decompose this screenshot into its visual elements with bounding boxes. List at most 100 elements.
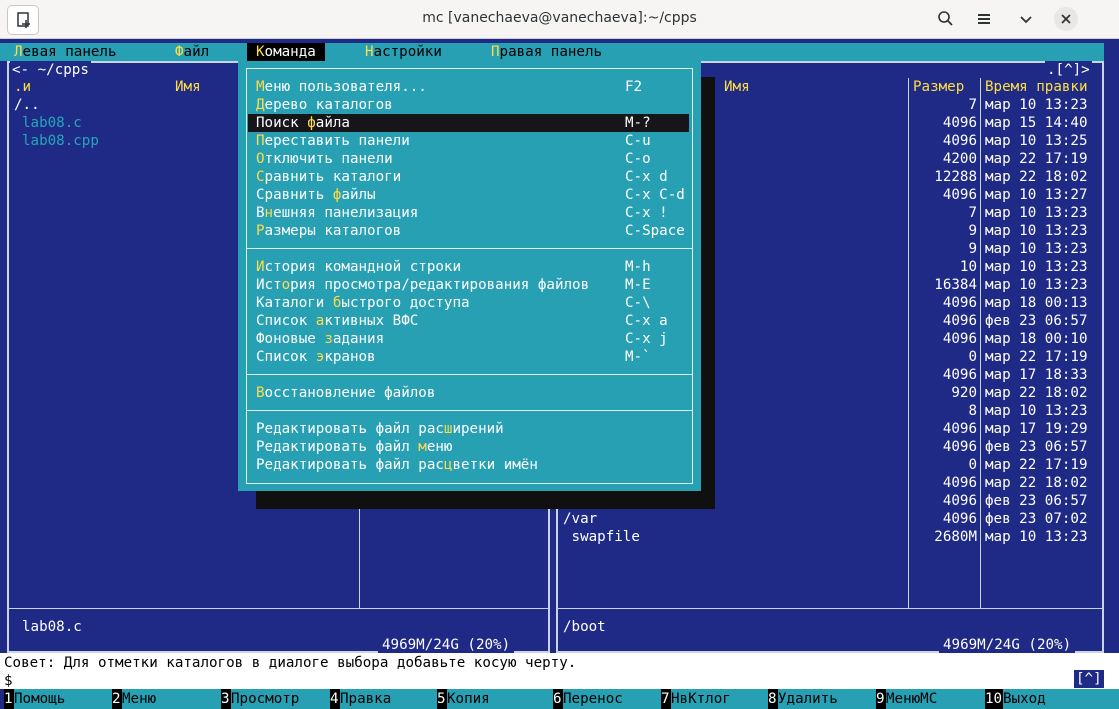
right-file-time: фев 23 06:57 bbox=[985, 493, 1088, 509]
fkey-5-button[interactable]: Копия bbox=[447, 689, 553, 709]
command-menu-item-label: Поиск файла bbox=[256, 114, 350, 132]
fkey-number[interactable]: 3 bbox=[221, 689, 231, 709]
menu-settings[interactable]: Настройки bbox=[365, 43, 442, 61]
command-menu-item[interactable]: Сравнить каталоги C-x d bbox=[248, 168, 689, 186]
left-col-n-header[interactable]: .и bbox=[14, 78, 31, 96]
fkey-9-button[interactable]: МенюMC bbox=[886, 689, 985, 709]
fkey-10-button[interactable]: Выход bbox=[1003, 689, 1119, 709]
label-part: Редактировать файл bbox=[256, 439, 419, 455]
hamburger-menu-icon[interactable] bbox=[972, 7, 996, 31]
label-part: Каталоги bbox=[256, 295, 333, 311]
right-file-size: 8 bbox=[968, 403, 977, 419]
left-file-row[interactable]: lab08.c bbox=[22, 114, 82, 132]
menu-left-panel[interactable]: Левая панель bbox=[14, 43, 117, 61]
command-menu-item[interactable]: История просмотра/редактирования файлов M… bbox=[248, 276, 689, 294]
command-menu-item-label: Меню пользователя... bbox=[256, 78, 427, 96]
command-menu-item-label: История просмотра/редактирования файлов bbox=[256, 276, 589, 294]
left-col-name-header[interactable]: Имя bbox=[175, 78, 201, 96]
command-menu-shortcut: M-? bbox=[625, 115, 651, 131]
chevron-down-icon[interactable] bbox=[1014, 7, 1038, 31]
right-col-size-header[interactable]: Размер bbox=[913, 78, 964, 96]
command-menu-item[interactable]: Редактировать файл меню bbox=[248, 438, 689, 456]
label-part: Поиск bbox=[256, 115, 308, 131]
fkey-2-button[interactable]: Меню bbox=[122, 689, 221, 709]
fkey-number[interactable]: 5 bbox=[437, 689, 447, 709]
right-file-name[interactable]: swapfile bbox=[563, 528, 640, 546]
right-file-time: фев 23 06:57 bbox=[985, 439, 1088, 455]
fkey-7-button[interactable]: НвКтлог bbox=[671, 689, 768, 709]
right-file-time: мар 10 13:23 bbox=[985, 223, 1088, 239]
fkey-8-button[interactable]: Удалить bbox=[778, 689, 876, 709]
right-file-size: 920 bbox=[951, 385, 977, 401]
command-menu-item[interactable]: Редактировать файл расцветки имён bbox=[248, 456, 689, 474]
fkey-3-button[interactable]: Просмотр bbox=[231, 689, 330, 709]
fkey-number[interactable]: 10 bbox=[985, 689, 1003, 709]
command-menu-item-label: Внешняя панелизация bbox=[256, 204, 418, 222]
right-file-time: мар 18 00:10 bbox=[985, 331, 1088, 347]
fkey-number[interactable]: 2 bbox=[112, 689, 122, 709]
right-file-size: 10 bbox=[959, 259, 977, 275]
left-status-divider bbox=[9, 608, 548, 609]
label-part: Список bbox=[256, 349, 316, 365]
hotkey-letter: О bbox=[256, 151, 265, 167]
label-part: Сравнить bbox=[256, 187, 333, 203]
fkey-number[interactable]: 7 bbox=[661, 689, 671, 709]
label-part: Редактировать файл рас bbox=[256, 421, 444, 437]
command-menu-item-label: Фоновые задания bbox=[256, 330, 384, 348]
fkey-6-button[interactable]: Перенос bbox=[563, 689, 661, 709]
shell-prompt[interactable]: $ bbox=[4, 672, 13, 690]
right-col-time-header[interactable]: Время правки bbox=[985, 78, 1088, 96]
fkey-number[interactable]: 6 bbox=[553, 689, 563, 709]
right-file-time: мар 10 13:23 bbox=[985, 403, 1088, 419]
fkey-1-button[interactable]: Помощь bbox=[14, 689, 112, 709]
right-panel-corner[interactable]: .[^]> bbox=[1045, 61, 1092, 79]
right-file-size: 4096 bbox=[942, 475, 977, 491]
right-col-name-header[interactable]: Имя bbox=[724, 78, 750, 96]
command-menu-item[interactable]: Список экранов M-` bbox=[248, 348, 689, 366]
left-file-row[interactable]: lab08.cpp bbox=[22, 132, 99, 150]
right-file-size: 4096 bbox=[942, 133, 977, 149]
label-part: Фоновые bbox=[256, 331, 325, 347]
command-menu-item[interactable]: Фоновые задания C-x j bbox=[248, 330, 689, 348]
command-menu-shortcut: M-` bbox=[625, 349, 651, 365]
command-menu-item-label: История командной строки bbox=[256, 258, 461, 276]
right-file-size: 9 bbox=[968, 241, 977, 257]
close-icon[interactable] bbox=[1054, 7, 1078, 31]
right-file-size: 2680M bbox=[934, 529, 977, 545]
prompt-corner[interactable]: [^] bbox=[1074, 670, 1104, 688]
command-menu-item[interactable]: Список активных ВФС C-x a bbox=[248, 312, 689, 330]
command-menu-item[interactable]: Восстановление файлов bbox=[248, 384, 689, 402]
command-menu-item[interactable]: Размеры каталогов C-Space bbox=[248, 222, 689, 240]
hotkey-letter: ф bbox=[307, 115, 316, 131]
fkey-number[interactable]: 8 bbox=[768, 689, 778, 709]
menu-file[interactable]: Файл bbox=[175, 43, 209, 61]
menu-right-panel[interactable]: Правая панель bbox=[491, 43, 602, 61]
command-menu-item[interactable]: Меню пользователя... F2 bbox=[248, 78, 689, 96]
fkey-number[interactable]: 1 bbox=[4, 689, 14, 709]
label-part: равнить каталоги bbox=[264, 169, 402, 185]
command-menu-item[interactable]: Внешняя панелизация C-x ! bbox=[248, 204, 689, 222]
command-menu-item[interactable]: Редактировать файл расширений bbox=[248, 420, 689, 438]
right-file-time: мар 10 13:27 bbox=[985, 187, 1088, 203]
command-menu-item[interactable]: История командной строки M-h bbox=[248, 258, 689, 276]
fkey-4-button[interactable]: Правка bbox=[340, 689, 437, 709]
right-file-size: 4096 bbox=[942, 295, 977, 311]
search-icon[interactable] bbox=[934, 7, 958, 31]
command-menu-item[interactable]: Дерево каталогов bbox=[248, 96, 689, 114]
command-menu-item[interactable]: Поиск файла M-? bbox=[248, 114, 689, 132]
menu-command[interactable]: Команда bbox=[247, 43, 325, 61]
command-menu-item[interactable]: Переставить панели C-u bbox=[248, 132, 689, 150]
right-file-name[interactable]: /var bbox=[563, 510, 597, 528]
label-part: ктивных ВФС bbox=[324, 313, 419, 329]
fkey-number[interactable]: 4 bbox=[330, 689, 340, 709]
fkey-number[interactable]: 9 bbox=[876, 689, 886, 709]
right-file-time: мар 10 13:25 bbox=[985, 133, 1088, 149]
command-menu-item[interactable]: Отключить панели C-o bbox=[248, 150, 689, 168]
right-file-time: мар 10 13:23 bbox=[985, 205, 1088, 221]
dropdown-shadow bbox=[701, 77, 715, 509]
command-menu-item[interactable]: Каталоги быстрого доступа C-\ bbox=[248, 294, 689, 312]
hotkey-letter: н bbox=[264, 205, 274, 221]
command-menu-item[interactable]: Сравнить файлы C-x C-d bbox=[248, 186, 689, 204]
left-file-row[interactable]: /.. bbox=[14, 96, 40, 114]
left-panel-path[interactable]: <- ~/cpps bbox=[10, 61, 91, 79]
